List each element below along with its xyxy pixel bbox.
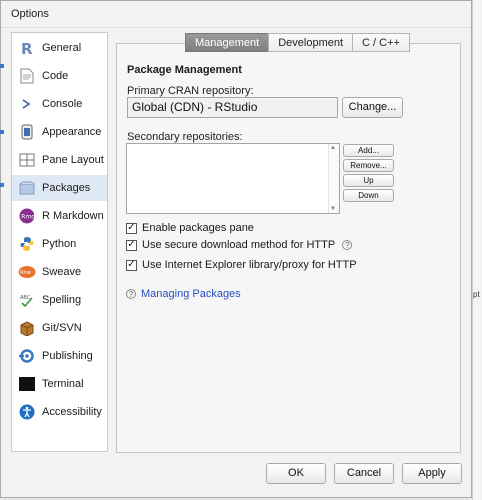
- sidebar-item-general[interactable]: R General: [12, 35, 107, 61]
- git-svn-icon: [18, 319, 36, 337]
- sidebar-item-git-svn[interactable]: Git/SVN: [12, 315, 107, 341]
- sidebar-item-code[interactable]: Code: [12, 63, 107, 89]
- managing-packages-link[interactable]: Managing Packages: [141, 288, 241, 300]
- secure-download-label: Use secure download method for HTTP: [142, 239, 336, 251]
- help-link-row: ? Managing Packages: [126, 288, 241, 300]
- sidebar-item-python[interactable]: Python: [12, 231, 107, 257]
- sidebar-item-label: General: [42, 42, 82, 54]
- sidebar-item-label: R Markdown: [42, 210, 104, 222]
- sidebar-item-accessibility[interactable]: Accessibility: [12, 399, 107, 425]
- remove-button[interactable]: Remove...: [343, 159, 394, 172]
- sidebar-item-label: Python: [42, 238, 77, 250]
- ok-button[interactable]: OK: [266, 463, 326, 484]
- sidebar-item-spelling[interactable]: ABC Spelling: [12, 287, 107, 313]
- background-edge-text: pt: [473, 290, 480, 299]
- packages-tabs: Management Development C / C++: [185, 33, 410, 52]
- window-title: Options: [11, 8, 49, 20]
- rmarkdown-icon: Rmd: [18, 207, 36, 225]
- pane-layout-icon: [18, 151, 36, 169]
- tab-development[interactable]: Development: [268, 33, 354, 52]
- accessibility-icon: [18, 403, 36, 421]
- apply-button[interactable]: Apply: [402, 463, 462, 484]
- r-logo-icon: R: [18, 39, 36, 57]
- secure-download-checkbox[interactable]: ✓: [126, 239, 137, 251]
- sweave-icon: Rnw: [18, 263, 36, 281]
- enable-pane-row: ✓ Enable packages pane: [126, 222, 254, 234]
- sidebar-item-sweave[interactable]: Rnw Sweave: [12, 259, 107, 285]
- sidebar-item-label: Publishing: [42, 350, 93, 362]
- cancel-button[interactable]: Cancel: [334, 463, 394, 484]
- sidebar-item-appearance[interactable]: Appearance: [12, 119, 107, 145]
- title-bar: Options: [1, 1, 471, 28]
- scroll-down-icon[interactable]: ▼: [330, 206, 336, 212]
- list-scrollbar[interactable]: ▲ ▼: [328, 144, 339, 213]
- console-prompt-icon: [18, 95, 36, 113]
- change-button[interactable]: Change...: [342, 97, 403, 118]
- sidebar-item-pane-layout[interactable]: Pane Layout: [12, 147, 107, 173]
- ie-proxy-checkbox[interactable]: ✓: [126, 259, 137, 271]
- publishing-icon: [18, 347, 36, 365]
- code-page-icon: [18, 67, 36, 85]
- options-sidebar: R General Code Console Appearance Pane L…: [11, 32, 108, 452]
- svg-text:Rnw: Rnw: [20, 270, 31, 276]
- down-button[interactable]: Down: [343, 189, 394, 202]
- tab-management[interactable]: Management: [185, 33, 270, 52]
- sidebar-item-label: Sweave: [42, 266, 82, 278]
- sidebar-item-terminal[interactable]: Terminal: [12, 371, 107, 397]
- help-icon[interactable]: ?: [342, 240, 353, 250]
- primary-repo-label: Primary CRAN repository:: [127, 85, 254, 97]
- sidebar-item-label: Terminal: [42, 378, 84, 390]
- terminal-icon: [18, 375, 36, 393]
- spelling-icon: ABC: [18, 291, 36, 309]
- secure-download-row: ✓ Use secure download method for HTTP ?: [126, 239, 353, 251]
- svg-text:Rmd: Rmd: [21, 214, 35, 221]
- python-icon: [18, 235, 36, 253]
- sidebar-item-label: Console: [42, 98, 83, 110]
- add-button[interactable]: Add...: [343, 144, 394, 157]
- scroll-up-icon[interactable]: ▲: [330, 145, 336, 151]
- sidebar-item-publishing[interactable]: Publishing: [12, 343, 107, 369]
- background-mark: [0, 183, 4, 187]
- secondary-repo-list[interactable]: ▲ ▼: [126, 143, 340, 214]
- packages-icon: [18, 179, 36, 197]
- sidebar-item-label: Accessibility: [42, 406, 102, 418]
- up-button[interactable]: Up: [343, 174, 394, 187]
- sidebar-item-label: Code: [42, 70, 69, 82]
- ie-proxy-row: ✓ Use Internet Explorer library/proxy fo…: [126, 259, 357, 271]
- secondary-repo-label: Secondary repositories:: [127, 131, 243, 143]
- sidebar-item-console[interactable]: Console: [12, 91, 107, 117]
- help-icon: ?: [126, 289, 136, 299]
- section-title: Package Management: [127, 64, 242, 76]
- primary-repo-field[interactable]: Global (CDN) - RStudio: [127, 97, 338, 118]
- sidebar-item-label: Pane Layout: [42, 154, 104, 166]
- tab-c-cpp[interactable]: C / C++: [352, 33, 410, 52]
- sidebar-item-r-markdown[interactable]: Rmd R Markdown: [12, 203, 107, 229]
- svg-text:R: R: [21, 40, 33, 56]
- sidebar-item-packages[interactable]: Packages: [12, 175, 107, 201]
- appearance-icon: [18, 123, 36, 141]
- sidebar-item-label: Packages: [42, 182, 91, 194]
- sidebar-item-label: Spelling: [42, 294, 82, 306]
- sidebar-item-label: Git/SVN: [42, 322, 82, 334]
- background-mark: [0, 64, 4, 68]
- sidebar-item-label: Appearance: [42, 126, 102, 138]
- ie-proxy-label: Use Internet Explorer library/proxy for …: [142, 259, 357, 271]
- enable-pane-checkbox[interactable]: ✓: [126, 222, 137, 234]
- background-mark: [0, 130, 4, 134]
- enable-pane-label: Enable packages pane: [142, 222, 254, 234]
- background-window-edge: pt: [472, 0, 482, 500]
